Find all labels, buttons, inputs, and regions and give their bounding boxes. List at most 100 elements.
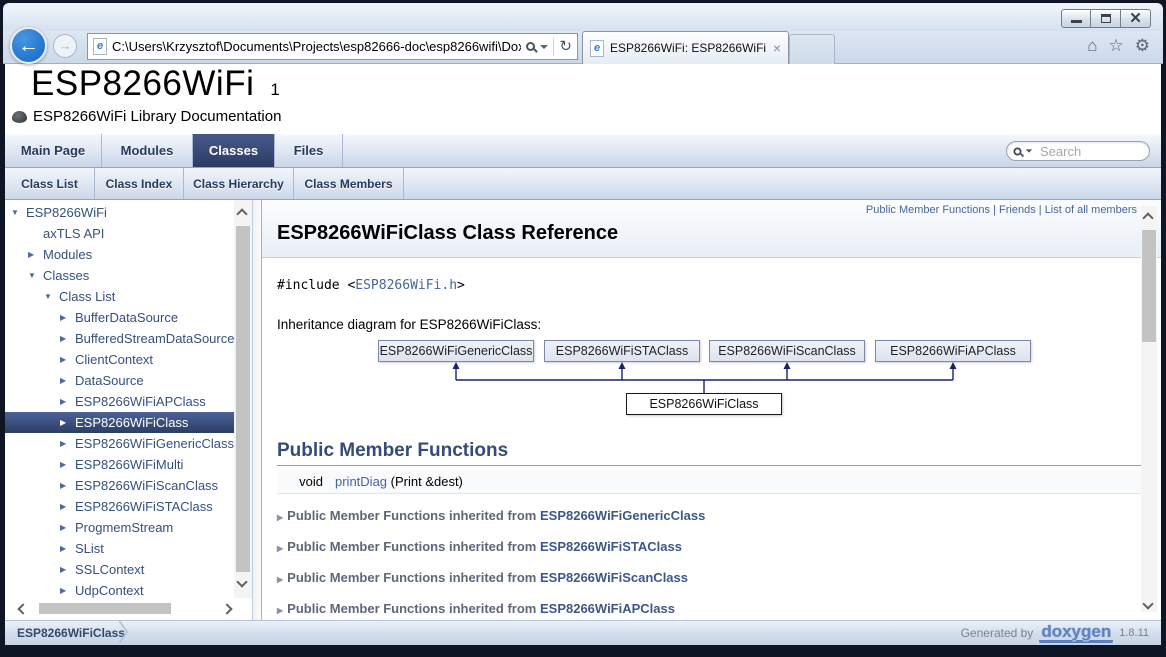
tree-item-label[interactable]: ESP8266WiFiGenericClass <box>75 436 234 451</box>
expand-icon[interactable]: ▶ <box>277 544 283 553</box>
tab-class-list[interactable]: Class List <box>5 168 95 199</box>
tree-item-label[interactable]: ESP8266WiFiSTAClass <box>75 499 213 514</box>
inherited-section-header[interactable]: ▶Public Member Functions inherited from … <box>277 602 1146 618</box>
diagram-node[interactable]: ESP8266WiFiAPClass <box>875 340 1031 362</box>
tree-collapse-icon[interactable]: ▼ <box>28 271 43 280</box>
tree-item[interactable]: ▶DataSource <box>5 370 235 391</box>
chevron-down-icon[interactable] <box>540 45 548 49</box>
sidebar-horizontal-scrollbar[interactable] <box>11 600 239 618</box>
tree-expand-icon[interactable]: ▶ <box>60 397 75 406</box>
tree-item[interactable]: ▶BufferDataSource <box>5 307 235 328</box>
scroll-left-icon[interactable] <box>17 603 28 614</box>
tab-class-index[interactable]: Class Index <box>95 168 184 199</box>
inherited-class-link[interactable]: ESP8266WiFiScanClass <box>540 570 688 585</box>
tab-class-hierarchy[interactable]: Class Hierarchy <box>184 168 294 199</box>
tree-item-label[interactable]: ESP8266WiFiMulti <box>75 457 183 472</box>
back-button[interactable]: ← <box>10 27 47 64</box>
tree-item[interactable]: ▼Classes <box>5 265 235 286</box>
close-button[interactable]: ✕ <box>1121 9 1151 28</box>
tree-item[interactable]: ▶ESP8266WiFiAPClass <box>5 391 235 412</box>
include-file-link[interactable]: ESP8266WiFi.h <box>355 278 457 293</box>
member-name-link[interactable]: printDiag <box>335 474 387 489</box>
tree-item[interactable]: ▶BufferedStreamDataSource <box>5 328 235 349</box>
doxygen-logo[interactable]: doxygen <box>1039 624 1113 643</box>
scrollbar-thumb[interactable] <box>236 226 250 572</box>
favorites-star-icon[interactable]: ☆ <box>1109 36 1124 56</box>
content-vertical-scrollbar[interactable] <box>1141 206 1157 612</box>
tree-item-label[interactable]: ESP8266WiFiClass <box>75 415 188 430</box>
new-tab-button[interactable] <box>789 34 835 64</box>
tree-expand-icon[interactable]: ▶ <box>60 460 75 469</box>
minimize-button[interactable] <box>1061 9 1091 28</box>
tree-item-label[interactable]: ESP8266WiFiScanClass <box>75 478 218 493</box>
tree-item[interactable]: ▶ESP8266WiFiMulti <box>5 454 235 475</box>
tree-expand-icon[interactable]: ▶ <box>60 565 75 574</box>
tree-expand-icon[interactable]: ▶ <box>60 355 75 364</box>
summary-link-all-members[interactable]: List of all members <box>1045 204 1137 216</box>
tree-item-label[interactable]: BufferDataSource <box>75 310 178 325</box>
tree-item[interactable]: ▶ESP8266WiFiSTAClass <box>5 496 235 517</box>
tab-main-page[interactable]: Main Page <box>5 134 102 167</box>
sidebar-vertical-scrollbar[interactable] <box>234 200 252 598</box>
diagram-node[interactable]: ESP8266WiFiScanClass <box>709 340 865 362</box>
address-bar[interactable]: e C:\Users\Krzysztof\Documents\Projects\… <box>87 33 578 60</box>
scroll-right-icon[interactable] <box>221 603 232 614</box>
tree-expand-icon[interactable]: ▶ <box>28 250 43 259</box>
search-input[interactable]: Search <box>1006 141 1150 161</box>
tree-item[interactable]: ▼ESP8266WiFi <box>5 202 235 223</box>
tree-item[interactable]: ▶SSLContext <box>5 559 235 580</box>
tree-expand-icon[interactable]: ▶ <box>60 439 75 448</box>
diagram-node[interactable]: ESP8266WiFiGenericClass <box>378 340 534 362</box>
tree-expand-icon[interactable]: ▶ <box>60 418 75 427</box>
settings-gear-icon[interactable]: ⚙ <box>1135 36 1150 56</box>
navpath-class-link[interactable]: ESP8266WiFiClass <box>17 621 125 645</box>
inherited-section-header[interactable]: ▶Public Member Functions inherited from … <box>277 571 1146 587</box>
inherited-class-link[interactable]: ESP8266WiFiSTAClass <box>540 539 682 554</box>
search-options-caret-icon[interactable] <box>1026 149 1032 152</box>
tree-expand-icon[interactable]: ▶ <box>60 481 75 490</box>
tab-class-members[interactable]: Class Members <box>294 168 404 199</box>
tree-item-label[interactable]: SList <box>75 541 104 556</box>
tree-item[interactable]: ▶ProgmemStream <box>5 517 235 538</box>
scroll-down-icon[interactable] <box>236 576 247 587</box>
tree-item-label[interactable]: UdpContext <box>75 583 144 598</box>
inherited-section-header[interactable]: ▶Public Member Functions inherited from … <box>277 540 1146 556</box>
tab-close-icon[interactable]: × <box>773 41 781 55</box>
scroll-up-icon[interactable] <box>1142 212 1153 223</box>
address-bar-input[interactable]: C:\Users\Krzysztof\Documents\Projects\es… <box>112 39 521 54</box>
expand-icon[interactable]: ▶ <box>277 606 283 615</box>
summary-link-public-member-functions[interactable]: Public Member Functions <box>866 204 999 216</box>
tree-expand-icon[interactable]: ▶ <box>60 502 75 511</box>
tree-item-label[interactable]: Classes <box>43 268 89 283</box>
tab-files[interactable]: Files <box>275 134 343 167</box>
scrollbar-thumb[interactable] <box>39 603 171 614</box>
tree-item-label[interactable]: ProgmemStream <box>75 520 173 535</box>
scrollbar-thumb[interactable] <box>1142 230 1156 342</box>
tree-item[interactable]: axTLS API <box>5 223 235 244</box>
tree-item[interactable]: ▶Modules <box>5 244 235 265</box>
tree-item[interactable]: ▶UdpContext <box>5 580 235 601</box>
tree-expand-icon[interactable]: ▶ <box>60 523 75 532</box>
inherited-section-header[interactable]: ▶Public Member Functions inherited from … <box>277 509 1146 525</box>
inherited-class-link[interactable]: ESP8266WiFiGenericClass <box>540 508 705 523</box>
tree-expand-icon[interactable]: ▶ <box>60 544 75 553</box>
tree-item[interactable]: ▶SList <box>5 538 235 559</box>
tree-item-label[interactable]: ESP8266WiFi <box>26 205 107 220</box>
restore-button[interactable] <box>1091 9 1121 28</box>
tree-item-label[interactable]: ClientContext <box>75 352 153 367</box>
tree-item-label[interactable]: DataSource <box>75 373 144 388</box>
search-icon[interactable] <box>526 42 535 51</box>
tree-item-label[interactable]: Modules <box>43 247 92 262</box>
tree-expand-icon[interactable]: ▶ <box>60 313 75 322</box>
tree-collapse-icon[interactable]: ▼ <box>11 208 26 217</box>
scroll-down-icon[interactable] <box>1142 598 1153 609</box>
tree-item-selected[interactable]: ▶ESP8266WiFiClass <box>5 412 235 433</box>
browser-tab[interactable]: e ESP8266WiFi: ESP8266WiFi... × <box>582 31 789 64</box>
tree-item-label[interactable]: axTLS API <box>43 226 104 241</box>
tree-item[interactable]: ▶ESP8266WiFiScanClass <box>5 475 235 496</box>
tree-item-label[interactable]: ESP8266WiFiAPClass <box>75 394 206 409</box>
tab-classes[interactable]: Classes <box>193 134 275 167</box>
forward-button[interactable]: → <box>53 34 77 58</box>
sidebar-splitter[interactable] <box>252 200 262 620</box>
expand-icon[interactable]: ▶ <box>277 513 283 522</box>
